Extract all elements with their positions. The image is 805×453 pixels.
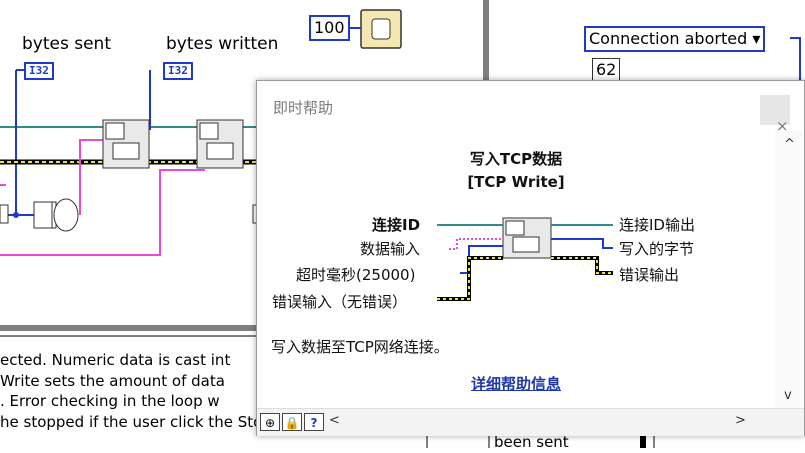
bytes-sent-indicator[interactable]: I32 bbox=[24, 62, 54, 80]
error-value: 62 bbox=[592, 58, 621, 81]
tcp-write-node-1[interactable] bbox=[102, 119, 150, 169]
left-terminal bbox=[0, 204, 9, 224]
detailed-help-link[interactable]: 详细帮助信息 bbox=[257, 373, 775, 394]
type-cast-node[interactable] bbox=[33, 198, 79, 232]
chevron-down-icon: ▾ bbox=[752, 29, 761, 48]
loop-border-right bbox=[483, 0, 489, 90]
context-icon: ⊕ bbox=[264, 416, 276, 430]
error-code-enum[interactable]: Connection aborted ▾ bbox=[584, 26, 766, 52]
help-toolbar: ⊕ 🔒 ? < > bbox=[257, 408, 804, 436]
help-content: 写入TCP数据 [TCP Write] 连接ID 数据输入 超时毫秒(25000… bbox=[257, 131, 775, 408]
help-title-bar[interactable]: 即时帮助 × bbox=[257, 81, 804, 135]
help-window-title: 即时帮助 bbox=[273, 99, 334, 117]
loop-border-bottom bbox=[0, 325, 260, 331]
detailed-help-button[interactable]: ? bbox=[304, 413, 324, 431]
bytes-written-indicator[interactable]: I32 bbox=[163, 62, 193, 80]
close-button[interactable]: × bbox=[760, 95, 790, 135]
input-data: 数据输入 bbox=[360, 240, 421, 258]
function-name-en: [TCP Write] bbox=[467, 173, 565, 191]
input-timeout: 超时毫秒(25000) bbox=[296, 266, 416, 284]
scroll-down-icon[interactable]: v bbox=[784, 388, 792, 403]
bytes-written-label: bytes written bbox=[166, 34, 279, 54]
help-description: 写入数据至TCP网络连接。 bbox=[271, 338, 449, 356]
show-optional-terminals-button[interactable]: ⊕ bbox=[260, 413, 280, 431]
scroll-right-icon[interactable]: > bbox=[735, 413, 746, 428]
function-name: 写入TCP数据 bbox=[469, 150, 563, 168]
input-error-in: 错误输入（无错误） bbox=[272, 293, 408, 311]
context-help-window[interactable]: 即时帮助 × 写入TCP数据 [TCP Write] 连接ID 数据输入 超时毫… bbox=[256, 80, 805, 436]
wait-ms-node[interactable] bbox=[360, 9, 402, 49]
output-bytes-written: 写入的字节 bbox=[619, 240, 695, 258]
tcp-write-node-2[interactable] bbox=[196, 119, 244, 169]
scroll-left-icon[interactable]: < bbox=[329, 413, 340, 428]
input-connection-id: 连接ID bbox=[372, 216, 421, 234]
vertical-scrollbar[interactable]: ^ v bbox=[775, 131, 804, 408]
output-connection-id: 连接ID输出 bbox=[619, 216, 695, 234]
lock-icon: 🔒 bbox=[284, 416, 300, 430]
comment-left: ected. Numeric data is cast int Write se… bbox=[0, 351, 258, 431]
help-icon: ? bbox=[310, 416, 318, 430]
wait-constant[interactable]: 100 bbox=[309, 15, 350, 41]
lock-help-button[interactable]: 🔒 bbox=[282, 413, 302, 431]
scroll-up-icon[interactable]: ^ bbox=[784, 137, 795, 152]
bytes-sent-label: bytes sent bbox=[22, 34, 111, 54]
output-error-out: 错误输出 bbox=[619, 266, 680, 284]
string-wire bbox=[0, 169, 205, 256]
